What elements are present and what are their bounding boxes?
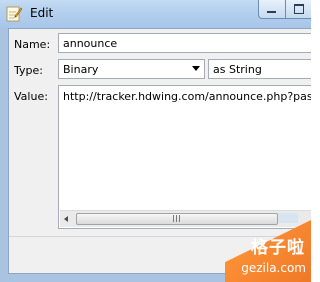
horizontal-scrollbar[interactable]: [60, 210, 311, 227]
name-input[interactable]: announce: [58, 33, 311, 53]
scrollbar-thumb[interactable]: [76, 213, 278, 225]
maximize-button[interactable]: [285, 0, 311, 19]
grip-icon: [173, 215, 182, 222]
value-text: http://tracker.hdwing.com/announce.php?p…: [63, 90, 311, 103]
title-bar[interactable]: Edit: [0, 0, 311, 28]
watermark-url: gezila.com: [241, 261, 306, 275]
window-title: Edit: [30, 6, 54, 20]
name-label: Name:: [14, 38, 51, 51]
name-input-value: announce: [63, 37, 118, 50]
chevron-down-icon: [192, 66, 200, 71]
watermark-text: 格子啦: [251, 238, 305, 258]
type-dropdown-value: Binary: [63, 63, 99, 76]
maximize-icon: [294, 4, 304, 14]
notepad-pencil-icon: [6, 5, 23, 22]
format-dropdown-value: as String: [213, 63, 262, 76]
scroll-left-icon[interactable]: [64, 216, 68, 222]
value-label: Value:: [14, 90, 48, 103]
value-textarea[interactable]: http://tracker.hdwing.com/announce.php?p…: [58, 85, 311, 229]
minimize-button[interactable]: [258, 0, 286, 19]
format-dropdown[interactable]: as String: [208, 59, 311, 79]
type-label: Type:: [14, 64, 43, 77]
edit-window: Edit Name: announce Type: Binary as Stri…: [0, 0, 311, 282]
scrollbar-track[interactable]: [278, 213, 298, 223]
minimize-icon: [267, 11, 276, 13]
type-dropdown[interactable]: Binary: [58, 59, 205, 79]
